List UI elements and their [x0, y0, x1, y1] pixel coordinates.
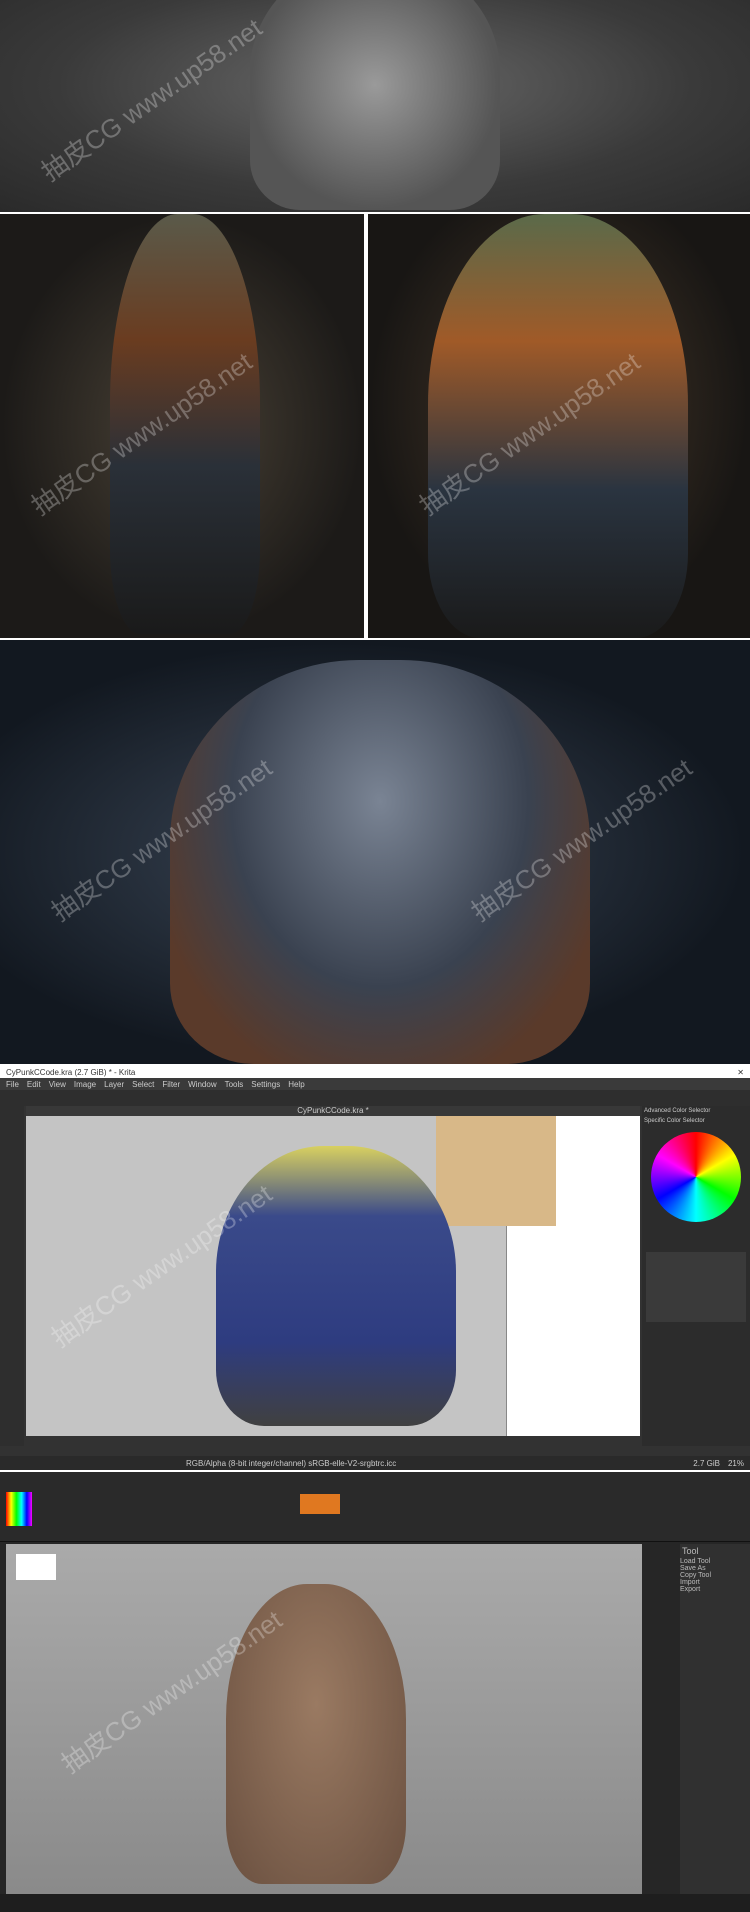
zbrush-toolbar: [0, 1472, 750, 1542]
viewport[interactable]: [6, 1544, 642, 1894]
alien-character: [110, 214, 260, 634]
docker-panel: Advanced Color Selector Specific Color S…: [642, 1106, 750, 1446]
window-title: CyPunkCCode.kra (2.7 GiB) * - Krita: [6, 1067, 136, 1077]
menu-file[interactable]: File: [6, 1080, 19, 1089]
import-button[interactable]: Import: [680, 1579, 750, 1586]
close-icon[interactable]: ✕: [737, 1068, 744, 1077]
render-armored-figure-gray: 抽皮CG www.up58.net: [0, 0, 750, 212]
docker-specific-color[interactable]: Specific Color Selector: [642, 1116, 750, 1126]
watermark: 抽皮CG www.up58.net: [35, 12, 268, 188]
canvas[interactable]: [26, 1116, 640, 1436]
color-picker[interactable]: [6, 1492, 32, 1526]
save-as-button[interactable]: Save As: [680, 1565, 750, 1572]
color-profile-status: RGB/Alpha (8-bit integer/channel) sRGB-e…: [186, 1458, 397, 1468]
menu-bar: File Edit View Image Layer Select Filter…: [0, 1078, 750, 1090]
tan-block: [436, 1116, 556, 1226]
krita-window: CyPunkCCode.kra (2.7 GiB) * - Krita ✕ Fi…: [0, 1066, 750, 1470]
load-tool-button[interactable]: Load Tool: [680, 1558, 750, 1565]
zbrush-window: Tool Load Tool Save As Copy Tool Import …: [0, 1472, 750, 1912]
brush-shelf[interactable]: [0, 1894, 750, 1912]
render-alien-closeup: 抽皮CG www.up58.net: [368, 214, 750, 638]
menu-help[interactable]: Help: [288, 1080, 304, 1089]
render-alien-full-body: 抽皮CG www.up58.net: [0, 214, 364, 638]
toolbox[interactable]: [0, 1106, 24, 1446]
menu-settings[interactable]: Settings: [251, 1080, 280, 1089]
render-armored-alien-lighter: 抽皮CG www.up58.net 抽皮CG www.up58.net: [0, 640, 750, 1064]
draw-mode-button[interactable]: [300, 1494, 340, 1514]
tool-panel-title: Tool: [682, 1546, 699, 1556]
menu-image[interactable]: Image: [74, 1080, 96, 1089]
zoom-level[interactable]: 21%: [728, 1459, 744, 1468]
toolbar: [0, 1090, 750, 1106]
tool-panel: Tool Load Tool Save As Copy Tool Import …: [680, 1544, 750, 1904]
silhouette-thumbnail: [16, 1554, 56, 1580]
blue-armored-alien-painting: [216, 1146, 456, 1426]
menu-layer[interactable]: Layer: [104, 1080, 124, 1089]
menu-view[interactable]: View: [49, 1080, 66, 1089]
status-bar: RGB/Alpha (8-bit integer/channel) sRGB-e…: [0, 1456, 750, 1470]
armored-figure: [250, 0, 500, 210]
armored-alien: [170, 660, 590, 1064]
menu-tools[interactable]: Tools: [225, 1080, 244, 1089]
menu-filter[interactable]: Filter: [162, 1080, 180, 1089]
title-bar: CyPunkCCode.kra (2.7 GiB) * - Krita ✕: [0, 1066, 750, 1078]
sculpted-alien-bust: [226, 1584, 406, 1884]
copy-tool-button[interactable]: Copy Tool: [680, 1572, 750, 1579]
memory-status: 2.7 GiB: [693, 1458, 720, 1468]
color-wheel[interactable]: [651, 1132, 741, 1222]
menu-window[interactable]: Window: [188, 1080, 216, 1089]
menu-select[interactable]: Select: [132, 1080, 154, 1089]
export-button[interactable]: Export: [680, 1586, 750, 1593]
menu-edit[interactable]: Edit: [27, 1080, 41, 1089]
alien-character: [428, 214, 688, 638]
layers-list[interactable]: [646, 1252, 746, 1322]
document-tab[interactable]: CyPunkCCode.kra *: [26, 1106, 640, 1116]
docker-advanced-color[interactable]: Advanced Color Selector: [642, 1106, 750, 1116]
